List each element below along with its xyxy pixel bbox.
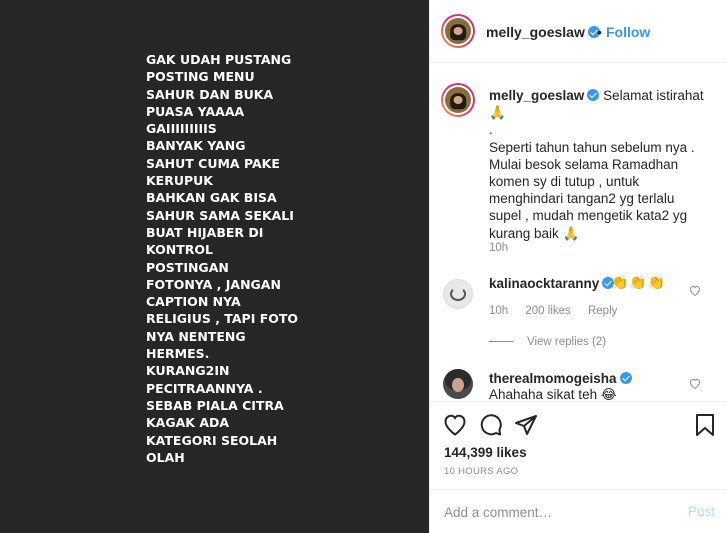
caption-avatar[interactable] <box>445 87 471 113</box>
comment-input[interactable] <box>444 503 664 521</box>
comment-time[interactable]: 10h <box>489 305 508 317</box>
comment-like-heart-icon[interactable] <box>689 285 701 296</box>
post-header: melly_goeslaw • Follow <box>430 0 727 63</box>
bookmark-icon[interactable] <box>693 413 717 437</box>
post-comment-button[interactable]: Post <box>688 504 715 519</box>
comment-bubble-icon[interactable] <box>479 413 503 437</box>
follow-button[interactable]: Follow <box>606 24 650 40</box>
view-replies-label: View replies (2) <box>527 336 607 348</box>
avatar[interactable] <box>445 18 471 44</box>
reply-button[interactable]: Reply <box>588 305 617 317</box>
verified-badge-icon <box>619 372 632 384</box>
comment-text: Ahahaha sikat teh 😂 <box>489 387 617 401</box>
post-time-ago[interactable]: 10 HOURS AGO <box>444 466 518 477</box>
comment-username[interactable]: kalinaocktaranny <box>489 276 599 291</box>
caption-username[interactable]: melly_goeslaw <box>489 88 584 103</box>
comment-avatar[interactable] <box>443 279 473 309</box>
verified-badge-icon <box>587 89 600 101</box>
caption-body: melly_goeslaw Selamat istirahat 🙏 . Sepe… <box>489 87 719 242</box>
comment-avatar[interactable] <box>443 369 473 399</box>
comment-username[interactable]: therealmomogeisha <box>489 371 617 386</box>
comment-like-heart-icon[interactable] <box>689 378 701 389</box>
caption-text: Selamat istirahat 🙏 . Seperti tahun tahu… <box>489 88 704 241</box>
separator-dot: • <box>597 24 602 40</box>
post-image-text: GAK UDAH PUSTANG POSTING MENU SAHUR DAN … <box>146 52 299 465</box>
comment-username-row: kalinaocktaranny <box>489 276 615 291</box>
add-comment-bar: Post <box>430 489 727 533</box>
post-image[interactable]: GAK UDAH PUSTANG POSTING MENU SAHUR DAN … <box>0 0 429 533</box>
likes-count[interactable]: 144,399 likes <box>444 445 527 460</box>
comment-meta: 10h 200 likes Reply <box>489 305 631 317</box>
comments-list[interactable]: melly_goeslaw Selamat istirahat 🙏 . Sepe… <box>430 64 727 401</box>
view-replies-button[interactable]: View replies (2) <box>489 336 606 348</box>
header-username[interactable]: melly_goeslaw <box>486 24 585 40</box>
post-side-panel: melly_goeslaw • Follow melly_goeslaw Sel… <box>429 0 727 533</box>
divider <box>489 341 513 343</box>
header-username-row: melly_goeslaw <box>486 24 600 40</box>
comment-text: 👏👏👏 <box>611 274 667 290</box>
comment-likes[interactable]: 200 likes <box>525 305 570 317</box>
like-heart-icon[interactable] <box>443 413 467 437</box>
comment-username-row: therealmomogeisha <box>489 371 632 386</box>
caption-time[interactable]: 10h <box>489 242 508 254</box>
share-paper-plane-icon[interactable] <box>514 413 538 437</box>
post-actions: 144,399 likes 10 HOURS AGO <box>430 401 727 489</box>
